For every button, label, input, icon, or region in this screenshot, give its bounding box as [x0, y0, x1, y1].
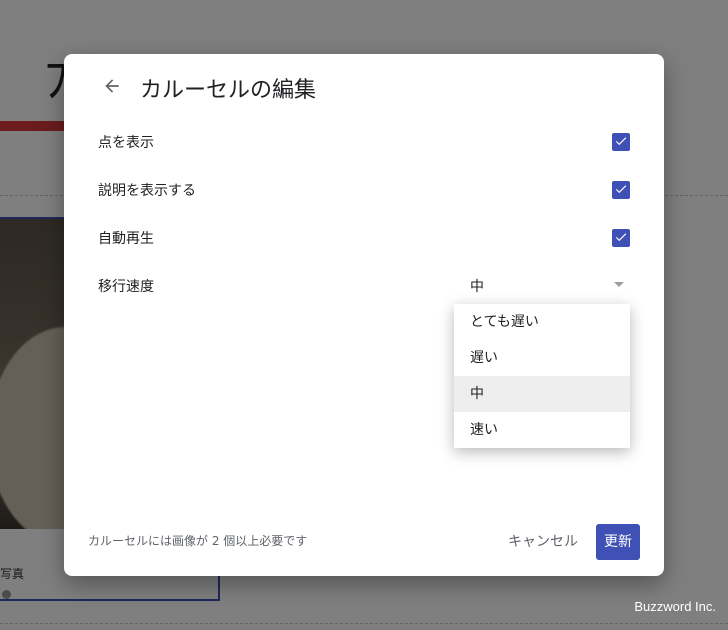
show-dots-label: 点を表示	[98, 135, 154, 151]
image-requirement-note: カルーセルには画像が 2 個以上必要です	[88, 534, 308, 548]
show-description-label: 説明を表示する	[98, 183, 196, 199]
back-button[interactable]	[98, 74, 126, 102]
speed-option-medium[interactable]: 中	[454, 376, 630, 412]
dialog-title: カルーセルの編集	[140, 78, 317, 103]
check-icon	[614, 181, 628, 200]
speed-option-slow[interactable]: 遅い	[454, 340, 630, 376]
update-button[interactable]: 更新	[596, 524, 640, 560]
show-dots-checkbox[interactable]	[612, 133, 630, 151]
transition-speed-value: 中	[470, 279, 484, 295]
speed-option-fast[interactable]: 速い	[454, 412, 630, 448]
show-description-checkbox[interactable]	[612, 181, 630, 199]
transition-speed-menu: とても遅い 遅い 中 速い	[454, 304, 630, 448]
autoplay-label: 自動再生	[98, 231, 154, 247]
cancel-button[interactable]: キャンセル	[500, 524, 586, 560]
arrow-left-icon	[102, 76, 122, 100]
speed-option-very-slow[interactable]: とても遅い	[454, 304, 630, 340]
transition-speed-label: 移行速度	[98, 279, 154, 295]
autoplay-checkbox[interactable]	[612, 229, 630, 247]
watermark: Buzzword Inc.	[634, 599, 716, 614]
check-icon	[614, 229, 628, 248]
edit-carousel-dialog: カルーセルの編集 点を表示 説明を表示する 自動再生 移行速度 中 とても遅い …	[64, 54, 664, 576]
transition-speed-select[interactable]: 中	[462, 268, 634, 300]
check-icon	[614, 133, 628, 152]
dropdown-arrow-icon	[614, 282, 624, 287]
